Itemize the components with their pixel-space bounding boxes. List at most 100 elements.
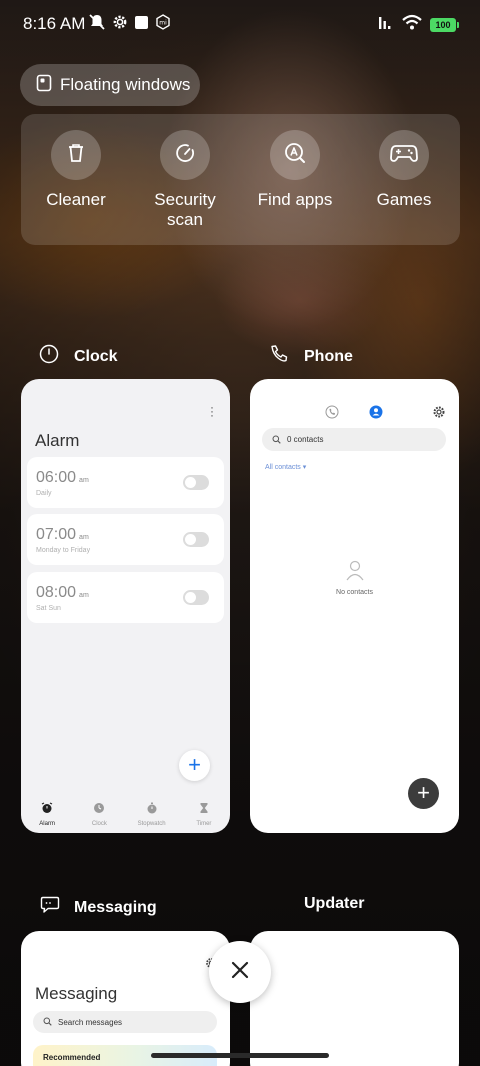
alarm-days: Monday to Friday [36, 547, 91, 554]
clock-bottom-nav: Alarm Clock Stopwatch Timer [21, 795, 230, 833]
security-gauge-icon [174, 142, 196, 169]
alarm-ampm: am [79, 477, 89, 484]
nav-stopwatch-label: Stopwatch [137, 821, 166, 827]
games-circle [379, 130, 429, 180]
message-icon [40, 895, 60, 920]
alarm-ampm: am [79, 534, 89, 541]
status-time: 8:16 AM [23, 14, 86, 33]
person-icon [345, 560, 365, 585]
no-contacts-text: No contacts [336, 589, 373, 596]
mi-icon: mi [155, 14, 171, 35]
alarm-days: Sat Sun [36, 605, 61, 612]
contacts-search-text: 0 contacts [287, 435, 324, 444]
clear-all-button[interactable] [209, 941, 271, 1003]
gamepad-icon [390, 142, 418, 169]
phone-icon [268, 343, 290, 370]
wifi-icon [402, 14, 422, 35]
recommended-label: Recommended [43, 1053, 101, 1062]
recents-tab-icon [325, 405, 339, 424]
alarm-toggle [183, 590, 209, 605]
alarm-title: Alarm [35, 431, 80, 450]
status-bar: 8:16 AM mi 100 [0, 0, 480, 48]
gear-icon [112, 14, 128, 35]
alarm-item: 08:00 am Sat Sun [27, 572, 224, 623]
phone-app-name: Phone [304, 347, 353, 365]
alarm-days: Daily [36, 490, 52, 497]
alarm-time-value: 06:00 [36, 469, 77, 486]
contacts-search: 0 contacts [262, 428, 446, 451]
quick-tools-panel: Cleaner Security scan Find apps Games [21, 114, 460, 245]
alarm-clock-icon [41, 801, 53, 818]
nav-timer-label: Timer [196, 821, 212, 827]
settings-gear-icon [432, 405, 446, 424]
updater-app-card[interactable] [250, 931, 459, 1066]
messaging-title: Messaging [35, 984, 118, 1003]
find-apps-button[interactable]: Find apps [240, 130, 350, 210]
nav-clock: Clock [73, 795, 125, 833]
status-icons-right: 100 [378, 14, 459, 35]
games-button[interactable]: Games [349, 130, 459, 210]
clock-app-card[interactable]: · · · Alarm 06:00 am Daily 07:00 am Monday t… [21, 379, 230, 833]
square-icon [134, 15, 149, 35]
contacts-tab-icon [369, 405, 383, 424]
find-apps-icon [283, 141, 307, 170]
close-icon [231, 961, 249, 984]
alarm-item: 06:00 am Daily [27, 457, 224, 508]
security-scan-label: Security scan [130, 190, 240, 230]
find-apps-circle [270, 130, 320, 180]
alarm-time-value: 08:00 [36, 584, 77, 601]
trash-icon [65, 142, 87, 169]
phone-tabs [250, 405, 459, 419]
chevron-down-icon: ▾ [302, 464, 307, 471]
security-scan-button[interactable]: Security scan [130, 130, 240, 230]
alarm-time: 06:00 am [36, 469, 89, 487]
alarm-time-value: 07:00 [36, 526, 77, 543]
updater-app-header[interactable]: Updater [304, 895, 364, 913]
alarm-ampm: am [79, 592, 89, 599]
phone-app-header[interactable]: Phone [268, 343, 353, 370]
nav-timer: Timer [178, 795, 230, 833]
search-icon [43, 1013, 52, 1031]
all-contacts-label: All contacts [265, 464, 301, 471]
stopwatch-icon [146, 801, 158, 818]
battery-icon: 100 [430, 17, 459, 32]
add-contact-icon: + [408, 778, 439, 809]
floating-windows-label: Floating windows [60, 75, 191, 94]
find-apps-label: Find apps [257, 190, 333, 209]
security-scan-label-line1: Security [154, 190, 216, 209]
more-options-icon: · · · [210, 400, 214, 422]
messaging-app-header[interactable]: Messaging [40, 895, 157, 920]
cleaner-label: Cleaner [46, 190, 106, 209]
nav-stopwatch: Stopwatch [126, 795, 178, 833]
games-label: Games [376, 190, 432, 209]
clock-app-name: Clock [74, 347, 118, 365]
messaging-app-name: Messaging [74, 898, 157, 916]
messages-search-text: Search messages [58, 1017, 123, 1027]
floating-windows-button[interactable]: Floating windows [20, 64, 200, 106]
alarm-item: 07:00 am Monday to Friday [27, 514, 224, 565]
nav-clock-label: Clock [91, 821, 107, 827]
phone-app-card[interactable]: 0 contacts All contacts ▾ No contacts + [250, 379, 459, 833]
floating-window-icon [36, 74, 52, 97]
svg-text:mi: mi [159, 20, 167, 27]
all-contacts-filter: All contacts ▾ [265, 463, 306, 471]
add-alarm-icon: + [179, 750, 210, 781]
updater-app-name: Updater [304, 895, 365, 912]
clock-face-icon [93, 801, 105, 818]
alarm-time: 07:00 am [36, 526, 89, 544]
messages-search: Search messages [33, 1011, 217, 1033]
search-icon [272, 431, 281, 449]
alarm-toggle [183, 532, 209, 547]
alarm-time: 08:00 am [36, 584, 89, 602]
status-icons-left: mi [88, 13, 171, 36]
empty-state: No contacts [250, 559, 459, 596]
nav-alarm: Alarm [21, 795, 73, 833]
cleaner-button[interactable]: Cleaner [21, 130, 131, 210]
hourglass-icon [198, 801, 210, 818]
clock-app-header[interactable]: Clock [38, 343, 118, 370]
messaging-app-card[interactable]: Messaging Search messages Recommended [21, 931, 230, 1066]
home-indicator[interactable] [151, 1053, 329, 1058]
security-scan-label-line2: scan [167, 210, 203, 229]
signal-icon [378, 14, 394, 35]
clock-icon [38, 343, 60, 370]
